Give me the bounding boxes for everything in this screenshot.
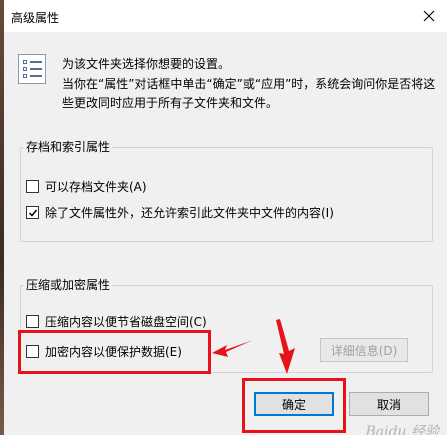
index-label: 除了文件属性外，还允许索引此文件夹中文件的内容(I) xyxy=(45,206,334,220)
description-line-2: 当你在“属性”对话框中单击“确定”或“应用”时，系统会询问你是否将这些更改同时应… xyxy=(62,77,436,110)
watermark: Baidu 经验 xyxy=(365,424,439,435)
archive-checkbox[interactable] xyxy=(26,180,39,193)
details-button[interactable]: 详细信息(D) xyxy=(320,338,408,362)
arrow-to-encrypt-icon xyxy=(212,340,253,357)
archive-option[interactable]: 可以存档文件夹(A) xyxy=(26,178,147,195)
arrow-to-ok-icon xyxy=(276,319,295,374)
close-icon xyxy=(423,10,435,22)
compress-option[interactable]: 压缩内容以便节省磁盘空间(C) xyxy=(26,313,207,330)
cancel-button[interactable]: 取消 xyxy=(349,392,429,416)
dialog-content: 为该文件夹选择你想要的设置。 当你在“属性”对话框中单击“确定”或“应用”时，系… xyxy=(4,32,447,435)
window-title: 高级属性 xyxy=(11,11,60,25)
encrypt-highlight-box xyxy=(18,330,211,374)
index-checkbox[interactable] xyxy=(26,206,39,219)
compress-encrypt-title: 压缩或加密属性 xyxy=(24,276,113,293)
archive-label: 可以存档文件夹(A) xyxy=(45,180,147,194)
ok-highlight-box xyxy=(242,378,346,433)
check-mark-icon xyxy=(28,209,37,217)
archive-index-title: 存档和索引属性 xyxy=(24,138,113,155)
title-bar: 高级属性 xyxy=(4,0,447,32)
settings-list-icon xyxy=(18,54,46,84)
index-option[interactable]: 除了文件属性外，还允许索引此文件夹中文件的内容(I) xyxy=(26,204,334,221)
compress-label: 压缩内容以便节省磁盘空间(C) xyxy=(45,315,207,329)
close-button[interactable] xyxy=(411,0,447,32)
description-line-1: 为该文件夹选择你想要的设置。 xyxy=(62,57,231,71)
compress-checkbox[interactable] xyxy=(26,315,39,328)
